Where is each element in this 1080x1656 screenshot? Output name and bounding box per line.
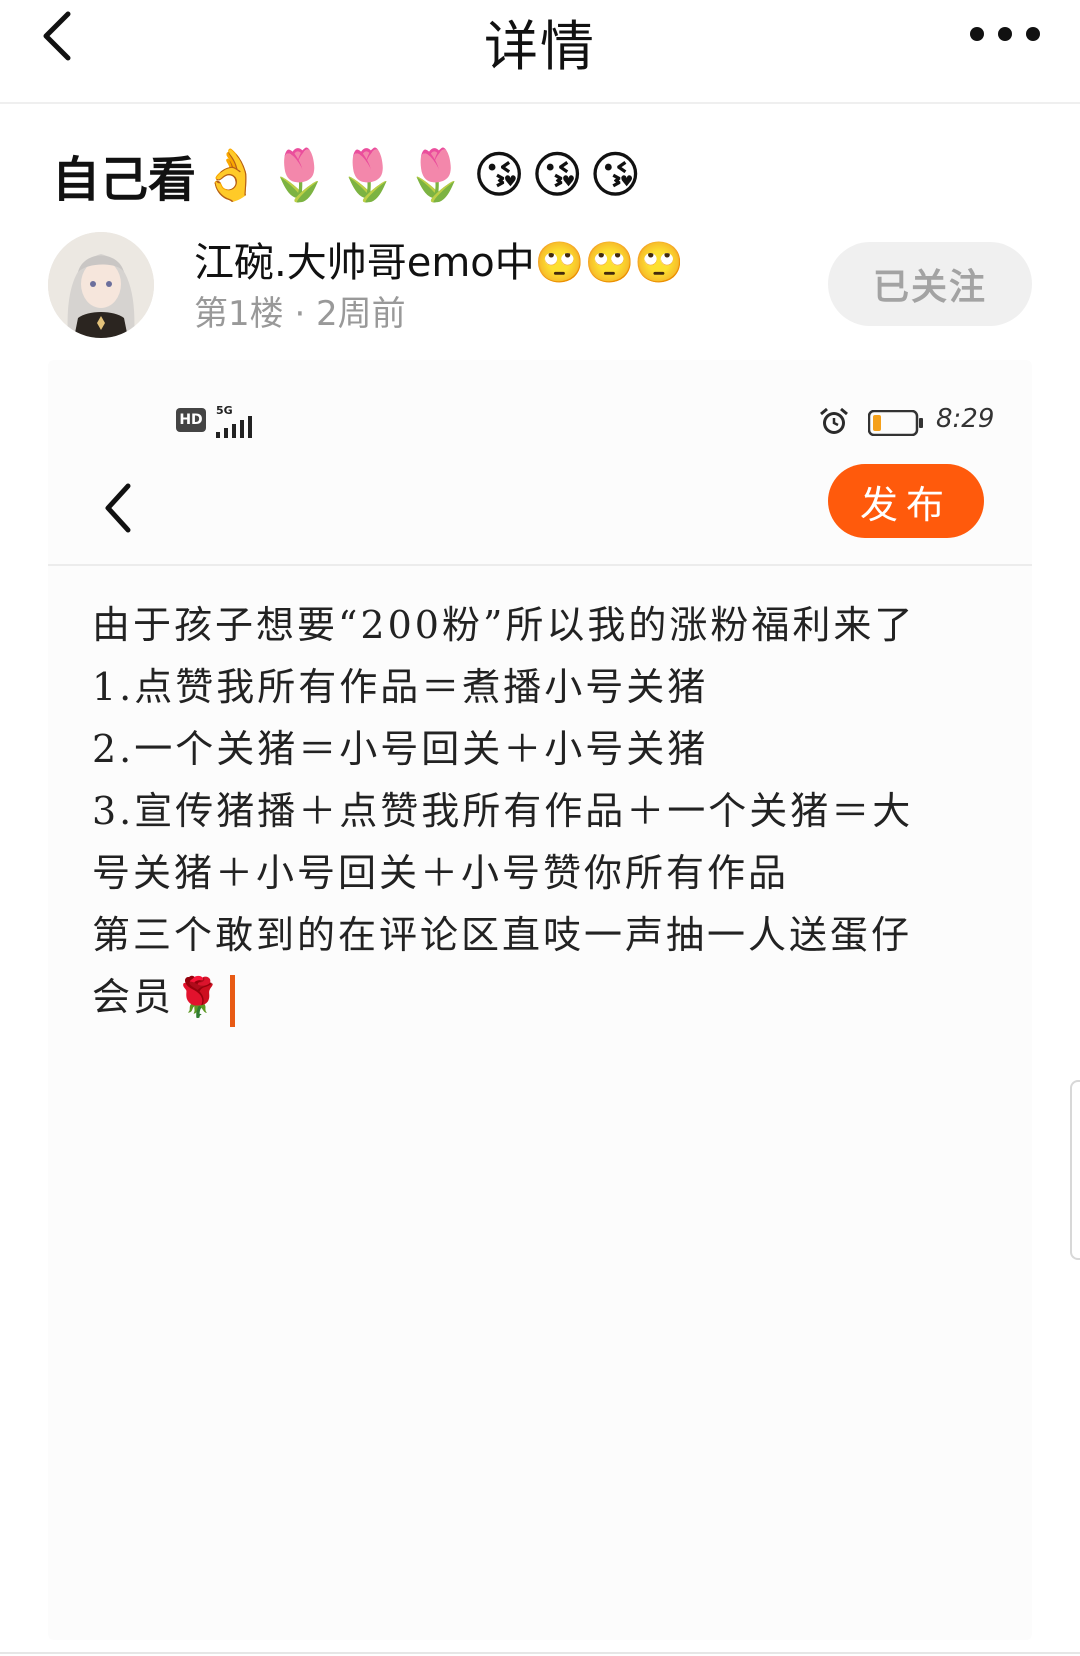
top-bar: 详情 [0,0,1080,104]
text-line: 2.一个关猪＝小号回关＋小号关猪 [92,727,709,771]
text-line: 3.宣传猪播＋点赞我所有作品＋一个关猪＝大 [92,789,914,833]
text-line: 1.点赞我所有作品＝煮播小号关猪 [92,665,709,709]
more-button[interactable] [970,22,1040,46]
image-nav-bar: 发布 [48,456,1032,566]
text-line-last: 会员🌹 [92,966,992,1028]
side-scroll-handle[interactable] [1070,1080,1080,1260]
author-row: 江碗.大帅哥emo中🙄🙄🙄 第1楼 · 2周前 已关注 [48,228,1038,338]
bottom-divider [0,1652,1080,1654]
hd-badge: HD [176,408,206,432]
publish-button: 发布 [828,464,984,538]
post-title: 自己看 👌🌷🌷🌷😘😘😘 [52,140,647,210]
text-line: 由于孩子想要“200粉”所以我的涨粉福利来了 [92,603,916,647]
more-horizontal-icon [970,27,984,41]
more-dot [1026,27,1040,41]
page-title: 详情 [484,15,596,78]
text-cursor [230,974,236,1027]
avatar[interactable] [48,232,154,338]
chevron-left-icon [105,483,131,533]
handwritten-text: 由于孩子想要“200粉”所以我的涨粉福利来了 1.点赞我所有作品＝煮播小号关猪 … [92,594,992,1028]
text-line: 第三个敢到的在评论区直吱一声抽一人送蛋仔 [92,913,913,957]
text-line: 号关猪＋小号回关＋小号赞你所有作品 [92,851,790,895]
image-back-button [98,476,148,536]
signal-icon [216,416,252,438]
battery-icon [868,410,923,436]
author-name[interactable]: 江碗.大帅哥emo中🙄🙄🙄 [194,230,684,288]
image-status-bar: HD 5G 8:29 [48,360,1032,450]
post-title-text: 自己看 [52,152,197,208]
more-dot [998,27,1012,41]
alarm-icon [820,407,848,434]
post-image[interactable]: HD 5G 8:29 发布 由于孩子想要“200粉”所以我的涨粉福利来了 1.点… [48,360,1032,1640]
status-time: 8:29 [936,404,995,434]
avatar-image [48,232,154,338]
post-title-emojis: 👌🌷🌷🌷😘😘😘 [200,145,648,204]
follow-button[interactable]: 已关注 [828,242,1032,326]
floor-and-time: 第1楼 · 2周前 [194,294,406,334]
text-line: 会员🌹 [92,975,225,1019]
